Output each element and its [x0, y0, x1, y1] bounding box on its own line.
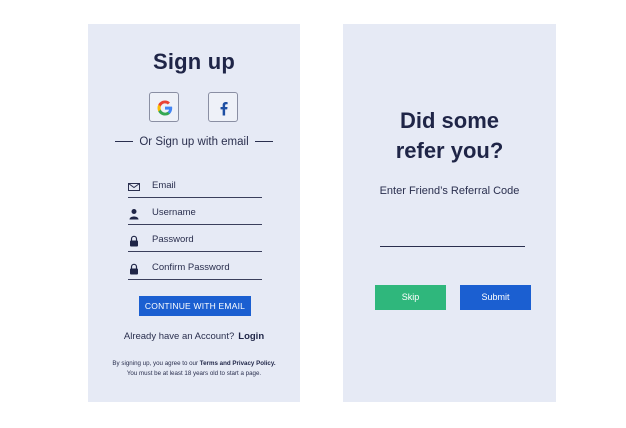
referral-title: Did some refer you? — [343, 106, 556, 166]
skip-button[interactable]: Skip — [375, 285, 446, 310]
referral-title-line2: refer you? — [395, 138, 504, 163]
or-divider: Or Sign up with email — [88, 136, 300, 148]
password-field-label: Password — [152, 234, 194, 245]
terms-link[interactable]: Terms and Privacy Policy. — [200, 360, 276, 367]
terms-text: By signing up, you agree to our Terms an… — [88, 359, 300, 378]
referral-prompt: Enter Friend’s Referral Code — [379, 185, 520, 197]
username-field-label: Username — [152, 207, 196, 218]
confirm-password-field-label: Confirm Password — [152, 262, 230, 273]
signup-panel: Sign up Or Sign up with email Email User… — [88, 24, 300, 402]
lock-icon — [130, 263, 138, 275]
mail-icon — [128, 183, 140, 191]
user-icon — [129, 209, 139, 220]
facebook-signup-button[interactable] — [208, 92, 238, 122]
login-prompt: Already have an Account? — [123, 331, 235, 342]
email-field-label: Email — [152, 180, 176, 191]
username-field[interactable]: Username — [128, 206, 262, 225]
referral-title-line1: Did some — [399, 108, 500, 133]
login-link[interactable]: Login — [238, 331, 264, 342]
login-row: Already have an Account? Login — [88, 331, 300, 342]
lock-icon — [130, 235, 138, 247]
continue-with-email-button[interactable]: CONTINUE WITH EMAIL — [139, 296, 251, 316]
or-text: Or Sign up with email — [139, 136, 249, 148]
referral-code-input[interactable] — [380, 228, 525, 247]
signup-title: Sign up — [152, 49, 236, 74]
password-field[interactable]: Password — [128, 233, 262, 252]
google-signup-button[interactable] — [149, 92, 179, 122]
divider-line — [254, 141, 273, 143]
confirm-password-field[interactable]: Confirm Password — [128, 261, 262, 280]
referral-panel: Did some refer you? Enter Friend’s Refer… — [343, 24, 556, 402]
terms-prefix: By signing up, you agree to our — [112, 360, 199, 367]
facebook-icon — [220, 102, 228, 116]
age-notice: You must be at least 18 years old to sta… — [126, 369, 262, 377]
divider-line — [115, 141, 134, 143]
submit-button[interactable]: Submit — [460, 285, 531, 310]
email-field[interactable]: Email — [128, 179, 262, 198]
google-icon — [157, 100, 173, 116]
